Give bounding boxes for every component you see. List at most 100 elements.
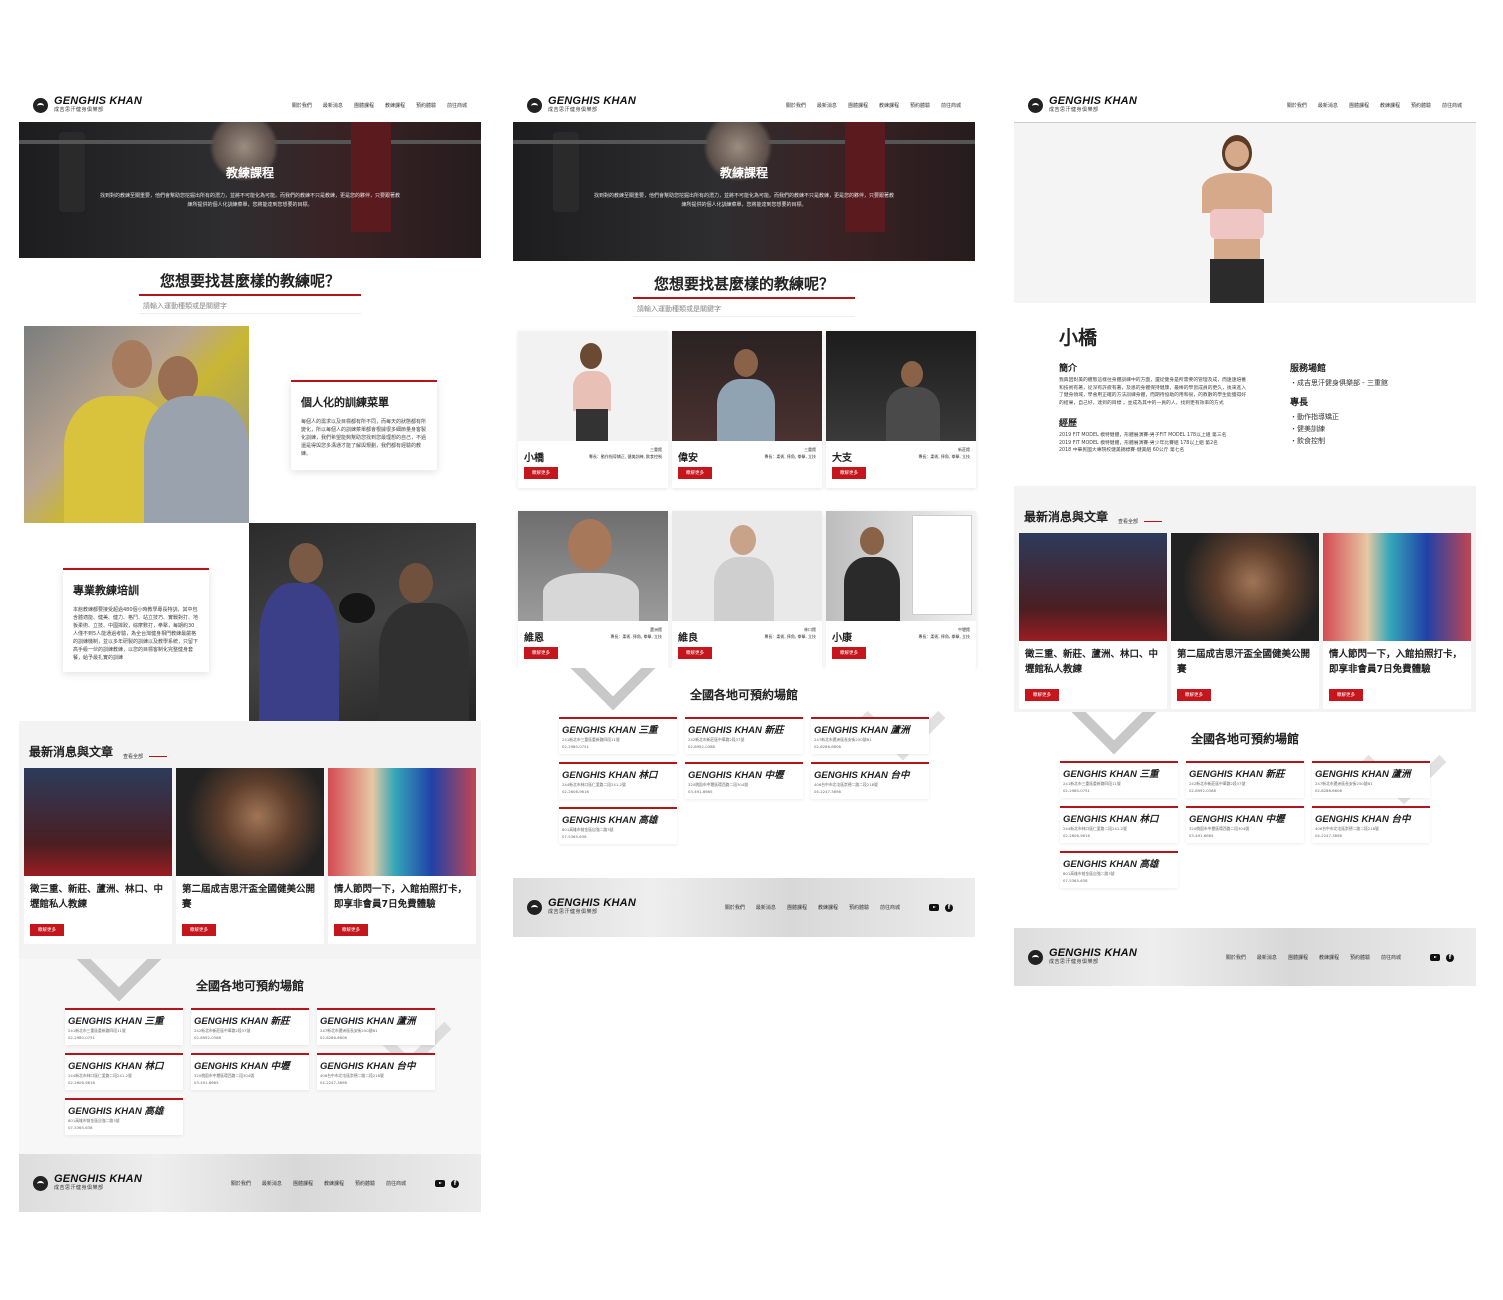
read-more-button[interactable]: 瞭解更多 [524,647,558,659]
footer-logo[interactable]: GENGHIS KHAN 成吉思汗健身俱樂部 [33,1174,142,1192]
footer-logo[interactable]: GENGHIS KHAN 成吉思汗健身俱樂部 [1028,948,1137,966]
venue-card[interactable]: GENGHIS KHAN 蘆洲 247新北市蘆洲區長安街250號B1 02-8286… [1312,761,1430,798]
coach-card[interactable]: 維恩 蘆洲館 專長：柔術, 摔角, 拳擊, 立技 瞭解更多 [518,511,668,668]
read-more-button[interactable]: 瞭解更多 [678,467,712,479]
read-more-button[interactable]: 瞭解更多 [1025,689,1059,701]
read-more-button[interactable]: 瞭解更多 [1329,689,1363,701]
read-more-button[interactable]: 瞭解更多 [182,924,216,936]
logo[interactable]: GENGHIS KHAN 成吉思汗健身俱樂部 [527,96,636,114]
nav-coach[interactable]: 教練課程 [385,102,405,109]
venue-card[interactable]: GENGHIS KHAN 新莊 242新北市新莊區中華路2段37號 02-8992-… [1186,761,1304,798]
venue-card[interactable]: GENGHIS KHAN 中壢 320桃園市中壢區環西路二段304號 03-491-… [685,762,803,799]
nav-shop[interactable]: 前往商城 [941,102,961,109]
footer-nav-item[interactable]: 團體課程 [293,1180,313,1187]
footer-nav-item[interactable]: 預約體驗 [1350,954,1370,961]
news-card[interactable]: 徵三重、新莊、蘆洲、林口、中壢館私人教練 瞭解更多 [1019,533,1167,709]
nav-booking[interactable]: 預約體驗 [1411,102,1431,109]
news-more-link[interactable]: 查看全部 [123,753,168,760]
venue-card[interactable]: GENGHIS KHAN 林口 244新北市林口區仁愛路二段241-2號 02-26… [559,762,677,799]
venue-card[interactable]: GENGHIS KHAN 高雄 801高雄市前金區自強二路3號 07-5365-63… [559,807,677,844]
footer-nav-item[interactable]: 前往商城 [386,1180,406,1187]
footer-nav-item[interactable]: 關於我們 [725,904,745,911]
facebook-icon[interactable]: f [1446,954,1454,962]
logo[interactable]: GENGHIS KHAN 成吉思汗健身俱樂部 [33,96,142,114]
news-card[interactable]: 徵三重、新莊、蘆洲、林口、中壢館私人教練 瞭解更多 [24,768,172,944]
read-more-button[interactable]: 瞭解更多 [524,467,558,479]
footer-nav-item[interactable]: 關於我們 [1226,954,1246,961]
coach-card[interactable]: 小康 中壢館 專長：柔術, 摔角, 拳擊, 立技 瞭解更多 [826,511,976,668]
read-more-button[interactable]: 瞭解更多 [678,647,712,659]
footer-nav-item[interactable]: 前往商城 [1381,954,1401,961]
coach-card[interactable]: 大支 新莊館 專長：柔術, 摔角, 拳擊, 立技 瞭解更多 [826,331,976,488]
footer-nav-item[interactable]: 預約體驗 [849,904,869,911]
venue-card[interactable]: GENGHIS KHAN 台中 406台中市北屯區崇德二路二段218號 04-224… [1312,806,1430,843]
nav-news[interactable]: 最新消息 [323,102,343,109]
footer-nav-item[interactable]: 教練課程 [324,1180,344,1187]
venue-card[interactable]: GENGHIS KHAN 高雄 801高雄市前金區自強二路3號 07-5365-63… [65,1098,183,1135]
footer-nav-item[interactable]: 團體課程 [1288,954,1308,961]
news-card[interactable]: 情人節閃一下，入館拍照打卡，即享非會員7日免費體驗 瞭解更多 [328,768,476,944]
venue-card[interactable]: GENGHIS KHAN 林口 244新北市林口區仁愛路二段241-2號 02-26… [1060,806,1178,843]
news-card[interactable]: 第二屆成吉思汗盃全國健美公開賽 瞭解更多 [1171,533,1319,709]
footer-nav-item[interactable]: 最新消息 [1257,954,1277,961]
venue-card[interactable]: GENGHIS KHAN 新莊 242新北市新莊區中華路2段37號 02-8992-… [685,717,803,754]
read-more-button[interactable]: 瞭解更多 [1177,689,1211,701]
footer-nav-item[interactable]: 教練課程 [818,904,838,911]
news-more-link[interactable]: 查看全部 [1118,518,1163,525]
nav-group[interactable]: 團體課程 [354,102,374,109]
nav-coach[interactable]: 教練課程 [879,102,899,109]
logo[interactable]: GENGHIS KHAN 成吉思汗健身俱樂部 [1028,96,1137,114]
specialty-item: 健美訓練 [1290,423,1460,435]
search-input[interactable]: 請輸入運動種類或是關鍵字 [139,299,361,314]
coach-card[interactable]: 小橋 三重館 專長：動作指導矯正, 健美訓練, 飲食控制 瞭解更多 [518,331,668,488]
footer-nav-item[interactable]: 教練課程 [1319,954,1339,961]
footer-nav-item[interactable]: 關於我們 [231,1180,251,1187]
youtube-icon[interactable] [929,904,939,911]
read-more-button[interactable]: 瞭解更多 [334,924,368,936]
venue-phone: 04-2247-3898 [1315,833,1342,838]
nav-about[interactable]: 關於我們 [292,102,312,109]
news-card[interactable]: 第二屆成吉思汗盃全國健美公開賽 瞭解更多 [176,768,324,944]
nav-about[interactable]: 關於我們 [786,102,806,109]
coach-card[interactable]: 維良 林口館 專長：柔術, 摔角, 拳擊, 立技 瞭解更多 [672,511,822,668]
venue-card[interactable]: GENGHIS KHAN 高雄 801高雄市前金區自強二路3號 07-5365-63… [1060,851,1178,888]
read-more-button[interactable]: 瞭解更多 [30,924,64,936]
read-more-button[interactable]: 瞭解更多 [832,467,866,479]
venue-card[interactable]: GENGHIS KHAN 蘆洲 247新北市蘆洲區長安街250號B1 02-8286… [317,1008,435,1045]
nav-shop[interactable]: 前往商城 [447,102,467,109]
nav-news[interactable]: 最新消息 [1318,102,1338,109]
read-more-button[interactable]: 瞭解更多 [832,647,866,659]
footer-nav-item[interactable]: 最新消息 [756,904,776,911]
venue-card[interactable]: GENGHIS KHAN 三重 241新北市三重區重新路四段11號 02-2980-… [559,717,677,754]
venue-card[interactable]: GENGHIS KHAN 蘆洲 247新北市蘆洲區長安街250號B1 02-8286… [811,717,929,754]
venue-card[interactable]: GENGHIS KHAN 中壢 320桃園市中壢區環西路二段304號 03-491-… [191,1053,309,1090]
venue-card[interactable]: GENGHIS KHAN 台中 406台中市北屯區崇德二路二段218號 04-224… [317,1053,435,1090]
venue-card[interactable]: GENGHIS KHAN 新莊 242新北市新莊區中華路2段37號 02-8992-… [191,1008,309,1045]
facebook-icon[interactable]: f [451,1180,459,1188]
footer-nav-item[interactable]: 團體課程 [787,904,807,911]
venue-card[interactable]: GENGHIS KHAN 三重 241新北市三重區重新路四段11號 02-2980-… [1060,761,1178,798]
youtube-icon[interactable] [435,1180,445,1187]
feature-body-1: 每個人的需求以及目標都有所不同，而每天的狀態都有所變化，所以每個人的訓練菜單都會… [301,419,427,457]
nav-group[interactable]: 團體課程 [1349,102,1369,109]
footer-nav-item[interactable]: 前往商城 [880,904,900,911]
venue-card[interactable]: GENGHIS KHAN 台中 406台中市北屯區崇德二路二段218號 04-224… [811,762,929,799]
footer-logo[interactable]: GENGHIS KHAN 成吉思汗健身俱樂部 [527,898,636,916]
news-card[interactable]: 情人節閃一下，入館拍照打卡，即享非會員7日免費體驗 瞭解更多 [1323,533,1471,709]
footer-nav-item[interactable]: 預約體驗 [355,1180,375,1187]
footer-nav-item[interactable]: 最新消息 [262,1180,282,1187]
venue-card[interactable]: GENGHIS KHAN 中壢 320桃園市中壢區環西路二段304號 03-491-… [1186,806,1304,843]
youtube-icon[interactable] [1430,954,1440,961]
facebook-icon[interactable]: f [945,904,953,912]
coach-card[interactable]: 偉安 三重館 專長：柔術, 摔角, 拳擊, 立技 瞭解更多 [672,331,822,488]
nav-booking[interactable]: 預約體驗 [910,102,930,109]
nav-coach[interactable]: 教練課程 [1380,102,1400,109]
search-input[interactable]: 請輸入運動種類或是關鍵字 [633,302,855,317]
venue-card[interactable]: GENGHIS KHAN 三重 241新北市三重區重新路四段11號 02-2980-… [65,1008,183,1045]
venue-card[interactable]: GENGHIS KHAN 林口 244新北市林口區仁愛路二段241-2號 02-26… [65,1053,183,1090]
nav-booking[interactable]: 預約體驗 [416,102,436,109]
nav-news[interactable]: 最新消息 [817,102,837,109]
nav-about[interactable]: 關於我們 [1287,102,1307,109]
nav-group[interactable]: 團體課程 [848,102,868,109]
nav-shop[interactable]: 前往商城 [1442,102,1462,109]
